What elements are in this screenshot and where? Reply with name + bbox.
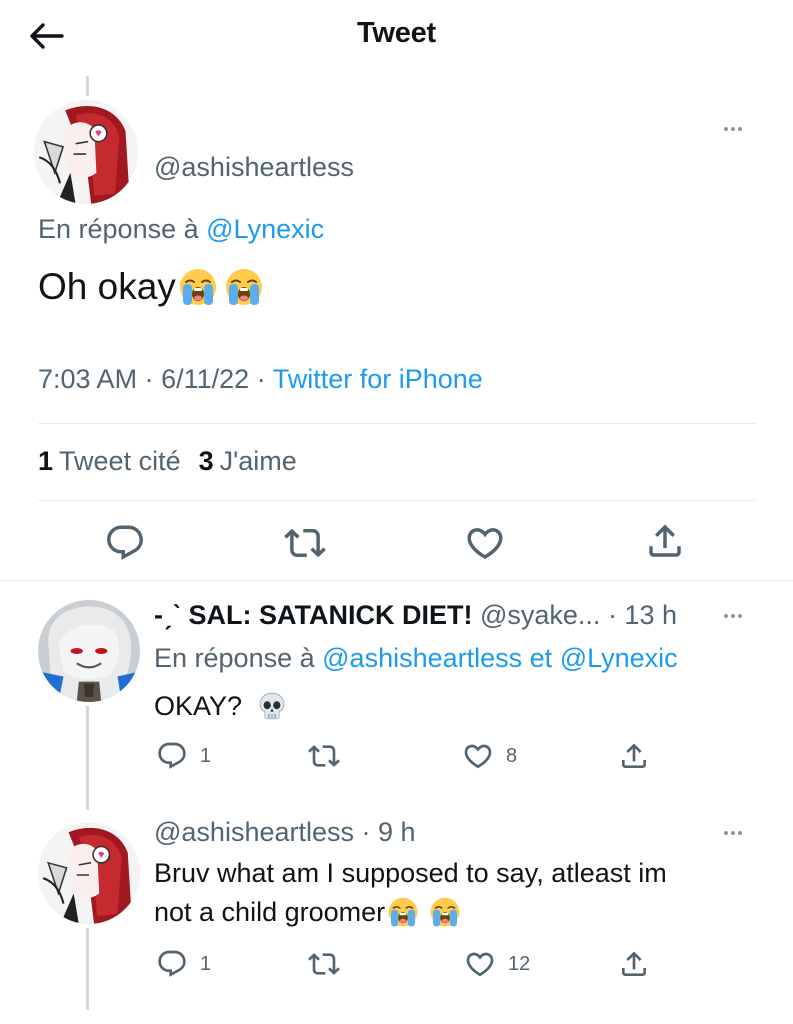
retweet-icon xyxy=(308,740,340,772)
reply-icon xyxy=(156,948,188,980)
reply-count: 1 xyxy=(200,744,212,767)
reply-header: @ashisheartless · 9 h xyxy=(154,817,416,848)
tweet-text-line: not a child groomer xyxy=(154,896,461,928)
engagement-stats: 1 Tweet cité 3 J'aime xyxy=(38,446,297,477)
avatar-image xyxy=(34,100,138,204)
avatar[interactable] xyxy=(38,600,140,702)
reply-icon xyxy=(104,522,146,564)
like-button[interactable] xyxy=(464,522,506,564)
reply-conjunction: et xyxy=(529,643,553,673)
meta-separator: · xyxy=(256,364,266,394)
skull-icon xyxy=(256,690,288,722)
reply-count: 1 xyxy=(200,952,212,975)
thread-connector xyxy=(86,706,89,810)
reply-header: -ˏˋ SAL: SATANICK DIET! @syake... · 13 h xyxy=(154,600,677,631)
reply-mention-link[interactable]: @Lynexic xyxy=(560,643,678,673)
more-options-icon[interactable] xyxy=(724,127,742,131)
share-icon xyxy=(618,948,650,980)
tweet-body: Bruv what am I supposed to say, atleast … xyxy=(154,858,667,888)
tweet-text-line: Bruv what am I supposed to say, atleast … xyxy=(154,858,667,889)
divider xyxy=(0,580,793,581)
share-button[interactable] xyxy=(618,948,650,980)
share-icon xyxy=(644,520,686,562)
display-name[interactable]: -ˏˋ SAL: SATANICK DIET! xyxy=(154,600,472,630)
heart-icon xyxy=(462,740,494,772)
heart-icon xyxy=(464,522,506,564)
author-handle[interactable]: @syake... xyxy=(480,600,600,630)
heart-icon xyxy=(464,948,496,980)
retweet-icon xyxy=(308,948,340,980)
tweet-text: OKAY? xyxy=(154,690,288,722)
likes-stat[interactable]: 3 J'aime xyxy=(199,446,297,477)
avatar[interactable] xyxy=(38,822,140,924)
reply-prefix: En réponse à xyxy=(38,214,199,244)
tweet-source-link[interactable]: Twitter for iPhone xyxy=(273,364,483,394)
reply-mention-link[interactable]: @ashisheartless xyxy=(322,643,522,673)
reply-icon xyxy=(156,740,188,772)
tweet-time[interactable]: · 13 h xyxy=(608,600,677,630)
quote-tweets-stat[interactable]: 1 Tweet cité xyxy=(38,446,181,477)
like-count: 8 xyxy=(506,744,518,767)
tweet-body: Oh okay xyxy=(38,266,176,307)
reply-context: En réponse à @Lynexic xyxy=(38,214,324,245)
tweet-body: not a child groomer xyxy=(154,896,386,927)
avatar-image xyxy=(38,600,140,702)
meta-separator: · xyxy=(144,364,154,394)
reply-prefix: En réponse à xyxy=(154,643,315,673)
divider xyxy=(38,423,756,424)
retweet-button[interactable] xyxy=(284,522,326,564)
reply-button[interactable] xyxy=(104,522,146,564)
more-options-icon[interactable] xyxy=(724,614,742,618)
tweet-text: Oh okay xyxy=(38,266,264,308)
reply-button[interactable]: 1 xyxy=(156,948,211,980)
retweet-button[interactable] xyxy=(308,948,340,980)
reply-mention-link[interactable]: @Lynexic xyxy=(206,214,324,244)
tweet-date[interactable]: 6/11/22 xyxy=(161,364,249,394)
avatar-image xyxy=(38,822,140,924)
like-count: 12 xyxy=(508,952,531,975)
retweet-icon xyxy=(284,522,326,564)
loudly-crying-face-icon xyxy=(429,896,461,928)
like-button[interactable]: 12 xyxy=(464,948,530,980)
top-bar: Tweet xyxy=(0,0,793,72)
author-handle[interactable]: @ashisheartless xyxy=(154,152,354,183)
reply-button[interactable]: 1 xyxy=(156,740,211,772)
loudly-crying-face-icon xyxy=(387,896,419,928)
reply-context: En réponse à @ashisheartless et @Lynexic xyxy=(154,643,678,674)
divider xyxy=(38,500,756,501)
avatar[interactable] xyxy=(34,100,138,204)
author-handle[interactable]: @ashisheartless xyxy=(154,817,354,847)
share-button[interactable] xyxy=(618,740,650,772)
loudly-crying-face-icon xyxy=(224,267,264,307)
tweet-meta: 7:03 AM · 6/11/22 · Twitter for iPhone xyxy=(38,364,483,395)
tweet-time[interactable]: 7:03 AM xyxy=(38,364,137,394)
tweet-body: OKAY? xyxy=(154,690,243,721)
page-title: Tweet xyxy=(356,17,437,49)
share-button[interactable] xyxy=(644,520,686,562)
thread-connector xyxy=(86,76,89,96)
share-icon xyxy=(618,740,650,772)
tweet-time[interactable]: · 9 h xyxy=(362,817,416,847)
loudly-crying-face-icon xyxy=(178,267,218,307)
more-options-icon[interactable] xyxy=(724,831,742,835)
retweet-button[interactable] xyxy=(308,740,340,772)
like-button[interactable]: 8 xyxy=(462,740,517,772)
thread-connector xyxy=(86,928,89,1010)
